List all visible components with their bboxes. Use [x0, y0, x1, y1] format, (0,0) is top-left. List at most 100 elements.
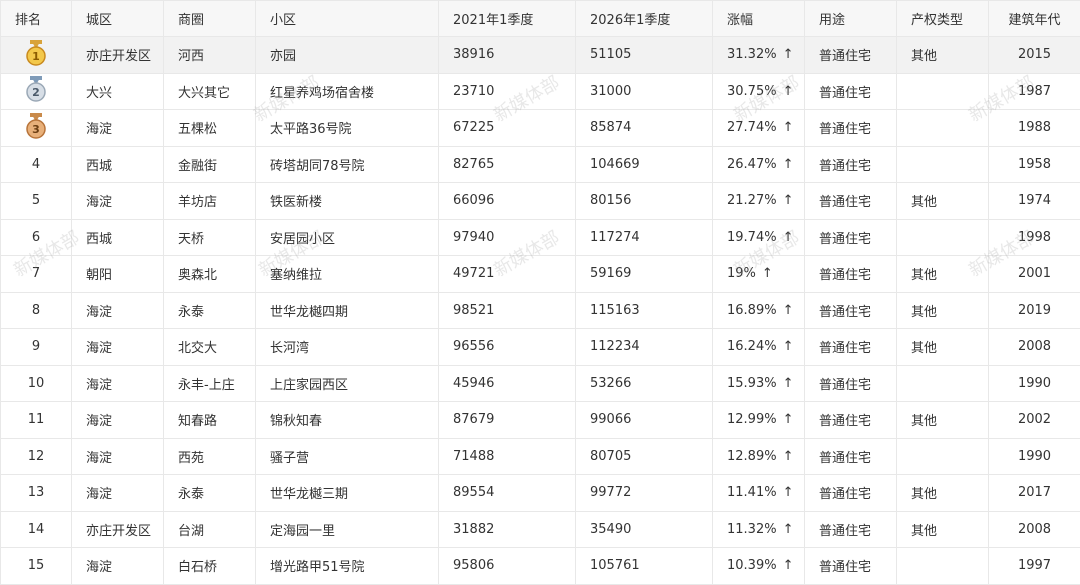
property-cell [897, 73, 989, 110]
year-cell: 2017 [989, 475, 1080, 512]
property-cell [897, 146, 989, 183]
year-cell: 1998 [989, 219, 1080, 256]
district-cell: 海淀 [72, 438, 164, 475]
rank-cell: 10 [1, 365, 72, 402]
price-2021-cell: 31882 [439, 511, 576, 548]
property-cell: 其他 [897, 402, 989, 439]
use-cell: 普通住宅 [805, 329, 897, 366]
up-arrow-icon: ↑ [783, 522, 794, 537]
use-header: 用途 [805, 1, 897, 37]
property-cell [897, 548, 989, 585]
year-header: 建筑年代 [989, 1, 1080, 37]
rise-cell: 31.32%↑ [713, 37, 805, 74]
district-cell: 亦庄开发区 [72, 511, 164, 548]
up-arrow-icon: ↑ [783, 303, 794, 318]
year-cell: 1974 [989, 183, 1080, 220]
rise-value: 11.32% [727, 522, 777, 537]
use-cell: 普通住宅 [805, 110, 897, 147]
up-arrow-icon: ↑ [783, 449, 794, 464]
use-cell: 普通住宅 [805, 256, 897, 293]
price-2026-cell: 117274 [576, 219, 713, 256]
community-cell: 世华龙樾四期 [256, 292, 439, 329]
area-cell: 永泰 [164, 475, 256, 512]
rise-cell: 15.93%↑ [713, 365, 805, 402]
property-cell: 其他 [897, 183, 989, 220]
price-2026-cell: 115163 [576, 292, 713, 329]
year-cell: 2002 [989, 402, 1080, 439]
district-header: 城区 [72, 1, 164, 37]
district-cell: 西城 [72, 146, 164, 183]
table-row: 14亦庄开发区台湖定海园一里318823549011.32%↑普通住宅其他200… [1, 511, 1080, 548]
year-cell: 1997 [989, 548, 1080, 585]
table-row: 4西城金融街砖塔胡同78号院8276510466926.47%↑普通住宅1958 [1, 146, 1080, 183]
rise-cell: 21.27%↑ [713, 183, 805, 220]
area-cell: 河西 [164, 37, 256, 74]
price-2021-cell: 95806 [439, 548, 576, 585]
table-row: 11海淀知春路锦秋知春876799906612.99%↑普通住宅其他2002 [1, 402, 1080, 439]
community-cell: 上庄家园西区 [256, 365, 439, 402]
area-cell: 西苑 [164, 438, 256, 475]
up-arrow-icon: ↑ [783, 84, 794, 99]
table-row: 13海淀永泰世华龙樾三期895549977211.41%↑普通住宅其他2017 [1, 475, 1080, 512]
table-row: 12海淀西苑骚子营714888070512.89%↑普通住宅1990 [1, 438, 1080, 475]
area-cell: 知春路 [164, 402, 256, 439]
table-header: 排名城区商圈小区2021年1季度2026年1季度涨幅用途产权类型建筑年代 [1, 1, 1080, 37]
community-header: 小区 [256, 1, 439, 37]
district-cell: 海淀 [72, 365, 164, 402]
header-row: 排名城区商圈小区2021年1季度2026年1季度涨幅用途产权类型建筑年代 [1, 1, 1080, 37]
community-cell: 世华龙樾三期 [256, 475, 439, 512]
use-cell: 普通住宅 [805, 402, 897, 439]
year-cell: 1958 [989, 146, 1080, 183]
up-arrow-icon: ↑ [783, 47, 794, 62]
use-cell: 普通住宅 [805, 73, 897, 110]
rise-value: 16.24% [727, 339, 777, 354]
year-cell: 1987 [989, 73, 1080, 110]
use-cell: 普通住宅 [805, 438, 897, 475]
table-row: 15海淀白石桥增光路甲51号院9580610576110.39%↑普通住宅199… [1, 548, 1080, 585]
area-cell: 永泰 [164, 292, 256, 329]
table-row: 8海淀永泰世华龙樾四期9852111516316.89%↑普通住宅其他2019 [1, 292, 1080, 329]
year-cell: 2015 [989, 37, 1080, 74]
price-2021-cell: 96556 [439, 329, 576, 366]
use-cell: 普通住宅 [805, 292, 897, 329]
price-2021-cell: 66096 [439, 183, 576, 220]
community-cell: 安居园小区 [256, 219, 439, 256]
community-cell: 红星养鸡场宿舍楼 [256, 73, 439, 110]
up-arrow-icon: ↑ [762, 266, 773, 281]
property-cell [897, 110, 989, 147]
up-arrow-icon: ↑ [783, 120, 794, 135]
year-cell: 2008 [989, 329, 1080, 366]
community-cell: 亦园 [256, 37, 439, 74]
svg-text:1: 1 [32, 50, 40, 63]
medal-icon: 1 [25, 40, 47, 70]
area-cell: 永丰-上庄 [164, 365, 256, 402]
property-cell [897, 438, 989, 475]
community-cell: 骚子营 [256, 438, 439, 475]
price-2026-cell: 112234 [576, 329, 713, 366]
use-cell: 普通住宅 [805, 511, 897, 548]
rise-cell: 11.41%↑ [713, 475, 805, 512]
rank-cell: 12 [1, 438, 72, 475]
price-2021-cell: 38916 [439, 37, 576, 74]
rise-value: 19.74% [727, 230, 777, 245]
use-cell: 普通住宅 [805, 37, 897, 74]
price-2026-cell: 80156 [576, 183, 713, 220]
district-cell: 海淀 [72, 183, 164, 220]
community-cell: 塞纳维拉 [256, 256, 439, 293]
rank-cell: 2 [1, 73, 72, 110]
community-cell: 砖塔胡同78号院 [256, 146, 439, 183]
rise-value: 19% [727, 266, 756, 281]
community-cell: 铁医新楼 [256, 183, 439, 220]
price-2021-cell: 49721 [439, 256, 576, 293]
district-cell: 大兴 [72, 73, 164, 110]
price-2026-header: 2026年1季度 [576, 1, 713, 37]
price-2026-cell: 104669 [576, 146, 713, 183]
district-cell: 海淀 [72, 110, 164, 147]
property-cell [897, 365, 989, 402]
price-2021-header: 2021年1季度 [439, 1, 576, 37]
price-2026-cell: 99772 [576, 475, 713, 512]
area-cell: 北交大 [164, 329, 256, 366]
medal-icon: 2 [25, 76, 47, 106]
up-arrow-icon: ↑ [783, 558, 794, 573]
community-cell: 长河湾 [256, 329, 439, 366]
